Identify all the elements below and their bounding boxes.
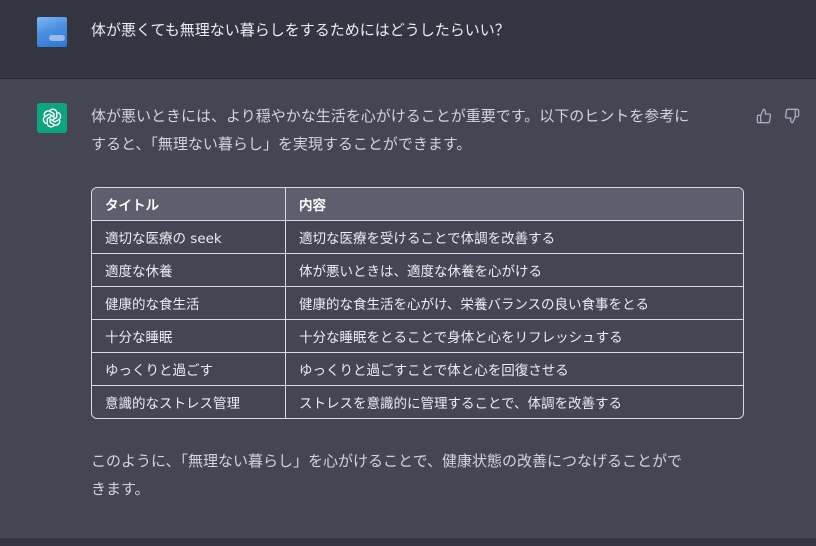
table-row: ゆっくりと過ごす ゆっくりと過ごすことで体と心を回復させる — [92, 353, 743, 386]
thumbs-up-icon[interactable] — [755, 107, 773, 125]
tips-table: タイトル 内容 適切な医療の seek 適切な医療を受けることで体調を改善する … — [91, 187, 744, 419]
table-row: 適度な休養 体が悪いときは、適度な休養を心がける — [92, 254, 743, 287]
table-row: 意識的なストレス管理 ストレスを意識的に管理することで、体調を改善する — [92, 386, 743, 418]
table-cell-content: ストレスを意識的に管理することで、体調を改善する — [299, 396, 623, 412]
bottom-divider — [0, 538, 816, 546]
intro-line-1: 体が悪いときには、より穏やかな生活を心がけることが重要です。以下のヒントを参考に — [91, 107, 690, 125]
table-cell-title: 意識的なストレス管理 — [92, 386, 286, 418]
assistant-message-block: 体が悪いときには、より穏やかな生活を心がけることが重要です。以下のヒントを参考に… — [0, 79, 816, 538]
table-cell-title: ゆっくりと過ごす — [92, 353, 286, 386]
openai-logo-icon — [37, 103, 67, 133]
user-avatar — [37, 17, 67, 47]
table-cell-content: 体が悪いときは、適度な休養を心がける — [286, 254, 743, 287]
table-cell-title: 適度な休養 — [92, 254, 286, 287]
table-cell-content: 適切な医療を受けることで体調を改善する — [286, 221, 743, 254]
table-cell-content: ゆっくりと過ごすことで体と心を回復させる — [286, 353, 743, 386]
assistant-intro: 体が悪いときには、より穏やかな生活を心がけることが重要です。以下のヒントを参考に… — [91, 102, 741, 158]
avatar-cloud-decoration — [49, 35, 65, 41]
table-cell-title: 十分な睡眠 — [92, 320, 286, 353]
table-cell-title: 適切な医療の seek — [92, 221, 286, 254]
closing-line-1: このように、「無理ない暮らし」を心がけることで、健康状態の改善につなげることがで — [91, 452, 683, 470]
thumbs-down-icon[interactable] — [783, 107, 801, 125]
table-cell-content: 健康的な食生活を心がけ、栄養バランスの良い食事をとる — [286, 287, 743, 320]
table-cell-title: 健康的な食生活 — [92, 287, 286, 320]
user-message-block: 体が悪くても無理ない暮らしをするためにはどうしたらいい？ — [0, 0, 816, 79]
table-row: 適切な医療の seek 適切な医療を受けることで体調を改善する — [92, 221, 743, 254]
assistant-closing: このように、「無理ない暮らし」を心がけることで、健康状態の改善につなげることがで… — [91, 447, 741, 503]
table-header-title: タイトル — [92, 188, 286, 221]
closing-line-2: きます。 — [91, 480, 150, 498]
table-cell-content: 十分な睡眠をとることで身体と心をリフレッシュする — [286, 320, 743, 353]
intro-line-2: すると、「無理ない暮らし」を実現することができます。 — [91, 135, 472, 153]
user-message-text: 体が悪くても無理ない暮らしをするためにはどうしたらいい？ — [91, 21, 510, 39]
table-row: 健康的な食生活 健康的な食生活を心がけ、栄養バランスの良い食事をとる — [92, 287, 743, 320]
table-header-row: タイトル 内容 — [92, 188, 743, 221]
table-header-content: 内容 — [286, 188, 743, 221]
table-row: 十分な睡眠 十分な睡眠をとることで身体と心をリフレッシュする — [92, 320, 743, 353]
